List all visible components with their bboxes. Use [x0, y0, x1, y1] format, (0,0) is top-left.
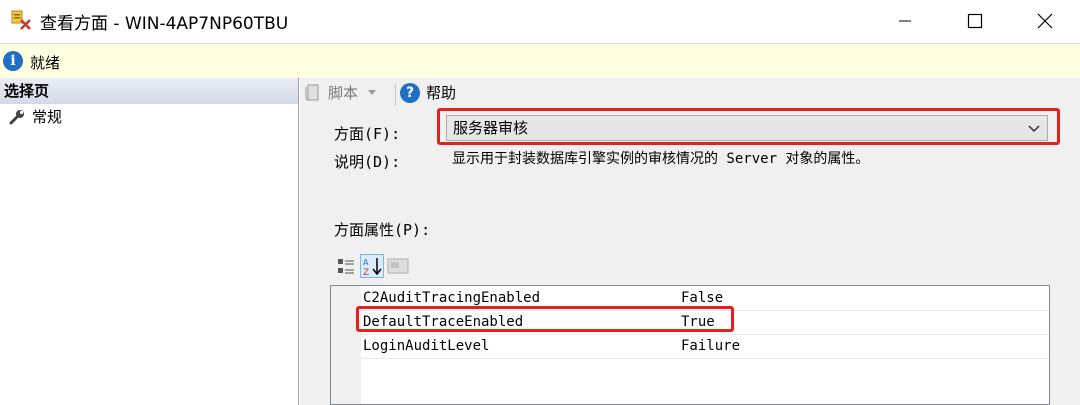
toolbar: 脚本 ? 帮助	[300, 78, 1080, 112]
categorized-icon	[338, 259, 354, 274]
sort-alpha-icon: A Z	[363, 258, 382, 276]
minimize-icon	[899, 20, 911, 22]
script-label: 脚本	[328, 84, 359, 102]
property-value[interactable]: Failure	[681, 334, 740, 358]
chevron-down-icon[interactable]	[368, 89, 377, 96]
help-button[interactable]: ? 帮助	[400, 82, 456, 103]
facet-highlight-box	[437, 108, 1060, 145]
wrench-icon	[9, 110, 24, 125]
grid-gutter	[331, 286, 361, 404]
property-pages-button[interactable]	[386, 254, 410, 278]
svg-text:Z: Z	[363, 268, 369, 276]
page-item-general[interactable]: 常规	[0, 104, 298, 130]
help-label: 帮助	[426, 84, 457, 102]
title-bar: 查看方面 - WIN-4AP7NP60TBU	[0, 0, 1080, 42]
toolbar-separator	[395, 84, 396, 106]
property-pages-icon	[387, 258, 409, 274]
info-icon: i	[3, 51, 23, 71]
properties-label: 方面属性(P):	[334, 221, 431, 239]
close-icon	[1037, 13, 1053, 29]
facet-content-pane: 脚本 ? 帮助 方面(F): 服务器审核 说明(D): 显示用于封装数据库引擎实…	[300, 78, 1080, 405]
page-item-label: 常规	[32, 108, 63, 126]
description-text: 显示用于封装数据库引擎实例的审核情况的 Server 对象的属性。	[452, 151, 870, 167]
table-row[interactable]: LoginAuditLevel Failure	[361, 334, 1049, 359]
close-button[interactable]	[1010, 0, 1080, 42]
facet-app-icon	[11, 10, 31, 30]
sort-alpha-button[interactable]: A Z	[360, 254, 384, 278]
property-grid: C2AuditTracingEnabled False DefaultTrace…	[330, 285, 1050, 405]
description-label: 说明(D):	[334, 153, 401, 171]
default-trace-highlight-box	[356, 306, 734, 332]
categorized-button[interactable]	[334, 254, 358, 278]
property-name: LoginAuditLevel	[363, 338, 490, 354]
property-grid-toolbar: A Z	[334, 254, 410, 278]
minimize-button[interactable]	[870, 0, 940, 42]
window-title: 查看方面 - WIN-4AP7NP60TBU	[40, 14, 289, 34]
facet-label: 方面(F):	[334, 125, 401, 143]
select-page-header: 选择页	[0, 78, 298, 104]
script-icon	[305, 84, 319, 100]
select-page-pane: 选择页 常规	[0, 78, 299, 405]
svg-text:A: A	[363, 258, 369, 267]
script-button[interactable]: 脚本	[304, 82, 377, 103]
status-text: 就绪	[30, 54, 61, 72]
status-bar: i 就绪	[0, 43, 1080, 79]
maximize-icon	[967, 13, 983, 29]
maximize-button[interactable]	[940, 0, 1010, 42]
help-icon: ?	[400, 82, 420, 103]
